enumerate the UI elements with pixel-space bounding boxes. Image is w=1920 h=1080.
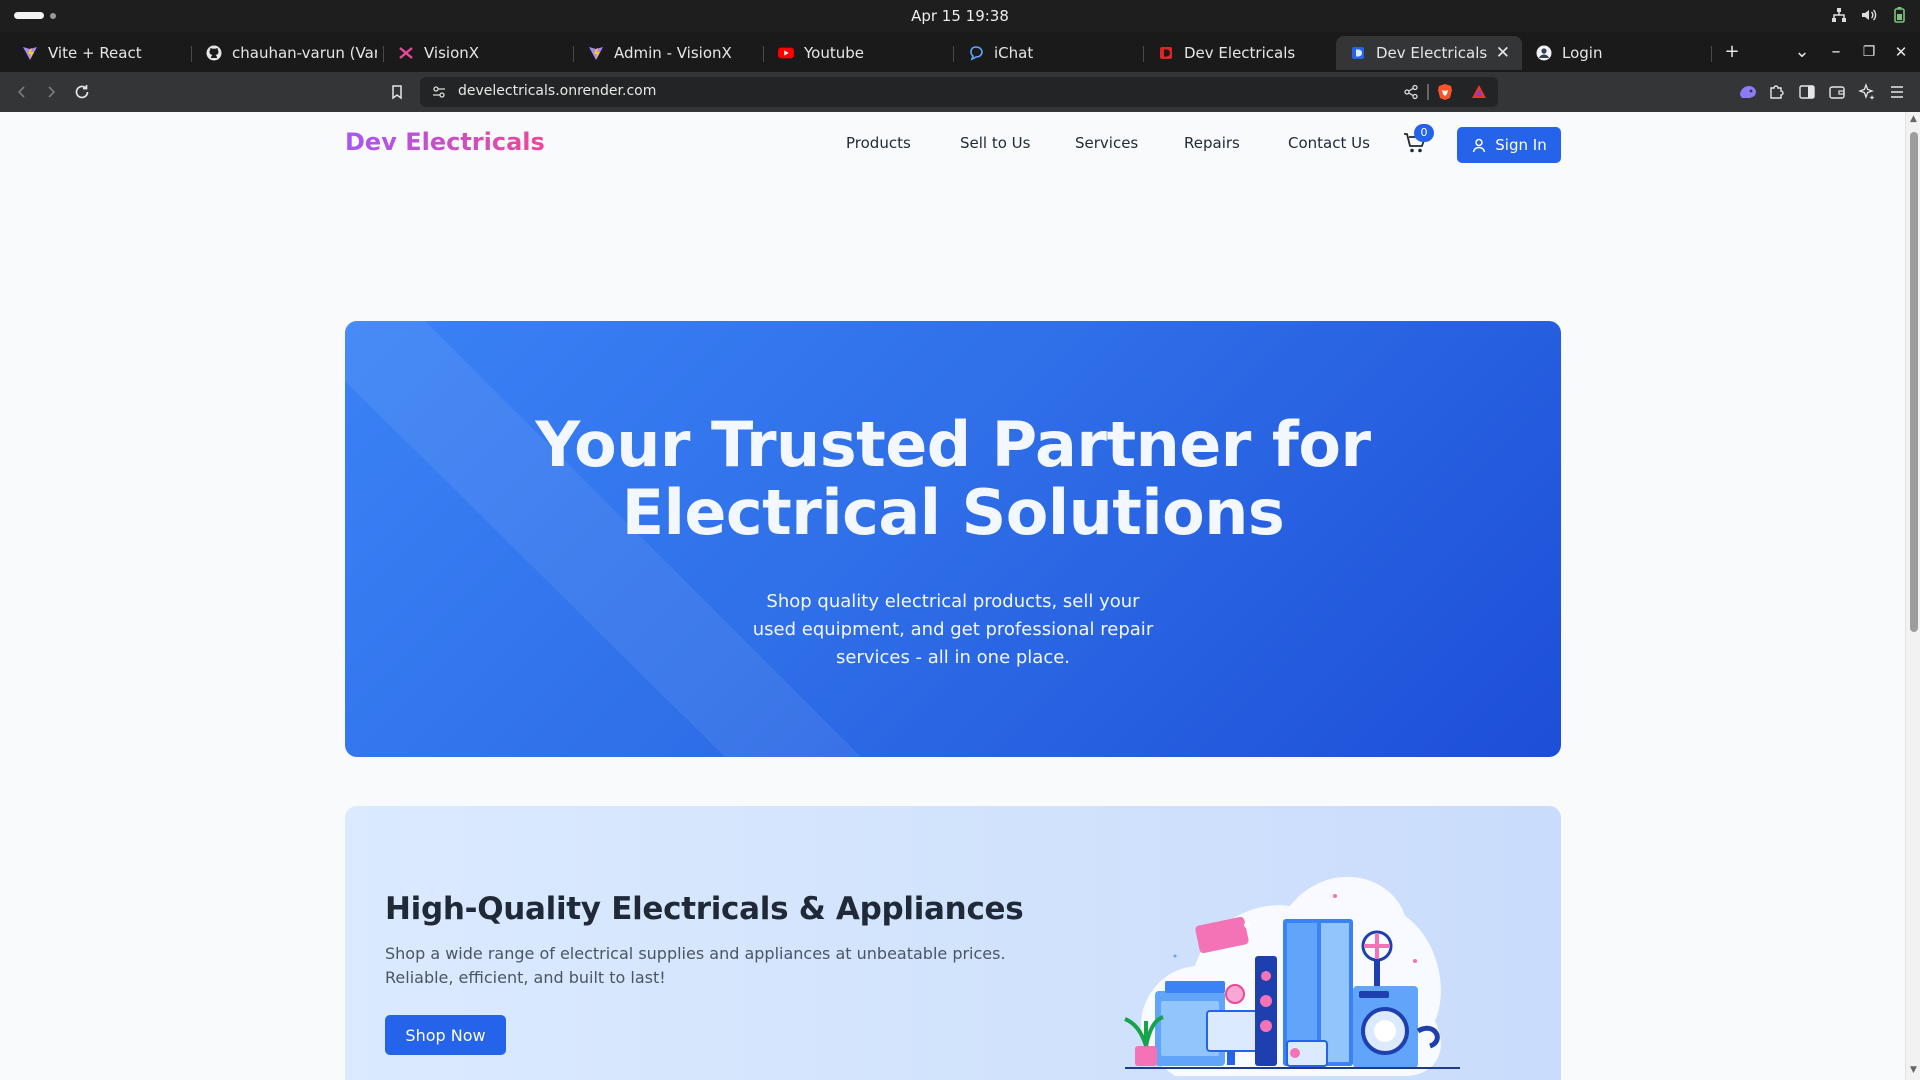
site-logo[interactable]: Dev Electricals	[345, 128, 545, 156]
feature-description: Shop a wide range of electrical supplies…	[385, 944, 1006, 987]
vite-icon	[588, 45, 604, 61]
site-navbar: Dev Electricals Products Sell to Us Serv…	[0, 112, 1905, 176]
tab-title: Login	[1562, 44, 1603, 62]
page-viewport: Dev Electricals Products Sell to Us Serv…	[0, 112, 1905, 1080]
login-icon	[1536, 45, 1552, 61]
site-info-icon[interactable]	[430, 83, 448, 101]
vite-icon	[22, 45, 38, 61]
feature-title: High-Quality Electricals & Appliances	[385, 891, 1024, 927]
tab-title: Admin - VisionX	[614, 44, 732, 62]
user-icon	[1473, 138, 1486, 153]
reload-button[interactable]	[70, 80, 94, 104]
url-text[interactable]: develectricals.onrender.com	[458, 83, 656, 99]
brave-shields-icon[interactable]	[1436, 83, 1454, 101]
ai-sparkle-button[interactable]	[1855, 80, 1879, 104]
forward-button[interactable]	[39, 80, 63, 104]
tab-title: Dev Electricals	[1376, 44, 1488, 62]
wallet-button[interactable]	[1825, 80, 1849, 104]
url-divider	[1427, 84, 1429, 100]
appliances-illustration	[1124, 876, 1460, 1076]
hero-title-line-1: Your Trusted Partner for	[535, 408, 1371, 481]
feature-card: High-Quality Electricals & Appliances Sh…	[345, 806, 1561, 1080]
tab-separator	[1711, 46, 1712, 62]
youtube-icon	[778, 45, 794, 61]
hero-title-line-2: Electrical Solutions	[621, 476, 1285, 549]
tab-title: VisionX	[424, 44, 480, 62]
main-menu-button[interactable]	[1885, 80, 1909, 104]
hamburger-menu-icon	[1891, 86, 1903, 98]
system-clock[interactable]: Apr 15 19:38	[0, 7, 1920, 25]
nav-link-contact-us[interactable]: Contact Us	[1288, 134, 1370, 152]
visionx-icon	[398, 45, 414, 61]
github-icon	[206, 45, 222, 61]
nav-link-sell-to-us[interactable]: Sell to Us	[960, 134, 1030, 152]
back-button[interactable]	[10, 80, 34, 104]
system-tray[interactable]	[1830, 6, 1908, 24]
new-tab-button[interactable]: +	[1718, 38, 1746, 66]
browser-toolbar: develectricals.onrender.com	[0, 72, 1920, 112]
tab-title: Dev Electricals	[1184, 44, 1296, 62]
address-bar[interactable]: develectricals.onrender.com	[420, 77, 1498, 107]
bookmark-button[interactable]	[385, 80, 409, 104]
arrow-right-icon	[48, 86, 56, 98]
tab-dev-electricals-active[interactable]: Dev Electricals ✕	[1336, 36, 1522, 70]
hero-subtitle: Shop quality electrical products, sell y…	[752, 591, 1154, 668]
os-top-bar: Apr 15 19:38	[0, 0, 1920, 32]
tab-title: iChat	[994, 44, 1034, 62]
tab-dev-electricals[interactable]: Dev Electricals	[1144, 36, 1334, 70]
page-scrollbar[interactable]: ▲ ▼	[1905, 112, 1920, 1080]
bookmark-icon	[392, 85, 402, 100]
sidebar-icon	[1799, 85, 1815, 99]
tab-title: Youtube	[804, 44, 864, 62]
close-window-button[interactable]: ✕	[1887, 38, 1915, 66]
shop-now-button[interactable]: Shop Now	[385, 1015, 506, 1055]
tab-title: chauhan-varun (Varun	[232, 44, 377, 62]
nav-link-products[interactable]: Products	[846, 134, 911, 152]
hero-banner: Your Trusted Partner for Electrical Solu…	[345, 321, 1561, 757]
battery-icon	[1894, 7, 1905, 23]
minimize-button[interactable]: –	[1822, 38, 1850, 66]
reload-icon	[75, 85, 89, 99]
tab-list-button[interactable]: ⌄	[1788, 38, 1816, 66]
tab-close-icon[interactable]: ✕	[1496, 43, 1510, 63]
chat-icon	[968, 45, 984, 61]
tab-ichat[interactable]: iChat	[954, 36, 1139, 70]
tab-admin-visionx[interactable]: Admin - VisionX	[574, 36, 759, 70]
scroll-up-icon[interactable]: ▲	[1908, 114, 1919, 125]
brave-rewards-icon[interactable]	[1470, 83, 1488, 101]
tab-github[interactable]: chauhan-varun (Varun	[192, 36, 377, 70]
scrollbar-thumb[interactable]	[1910, 132, 1918, 632]
sparkle-icon	[1858, 83, 1875, 100]
sign-in-button[interactable]: Sign In	[1457, 127, 1561, 163]
tab-vite-react[interactable]: Vite + React	[8, 36, 188, 70]
dev-electricals-icon	[1158, 45, 1174, 61]
leo-ai-button[interactable]	[1736, 80, 1760, 104]
browser-tab-strip: Vite + React chauhan-varun (Varun Vision…	[0, 32, 1920, 72]
network-icon	[1832, 8, 1846, 22]
extensions-button[interactable]	[1765, 80, 1789, 104]
cart-count-badge: 0	[1414, 124, 1434, 142]
wallet-icon	[1829, 86, 1845, 99]
tab-title: Vite + React	[48, 44, 142, 62]
restore-button[interactable]: ❐	[1855, 38, 1883, 66]
arrow-left-icon	[17, 86, 25, 98]
tab-visionx[interactable]: VisionX	[384, 36, 569, 70]
sign-in-label: Sign In	[1495, 136, 1547, 154]
scroll-down-icon[interactable]: ▼	[1908, 1065, 1919, 1076]
volume-icon	[1862, 9, 1877, 21]
tab-login[interactable]: Login	[1522, 36, 1707, 70]
hero-title: Your Trusted Partner for Electrical Solu…	[345, 411, 1561, 547]
sidebar-button[interactable]	[1795, 80, 1819, 104]
nav-link-services[interactable]: Services	[1075, 134, 1138, 152]
dev-electricals-icon	[1350, 45, 1366, 61]
leo-ai-icon	[1740, 86, 1756, 98]
share-icon[interactable]	[1402, 83, 1420, 101]
tab-youtube[interactable]: Youtube	[764, 36, 949, 70]
nav-link-repairs[interactable]: Repairs	[1184, 134, 1240, 152]
puzzle-icon	[1770, 85, 1784, 99]
